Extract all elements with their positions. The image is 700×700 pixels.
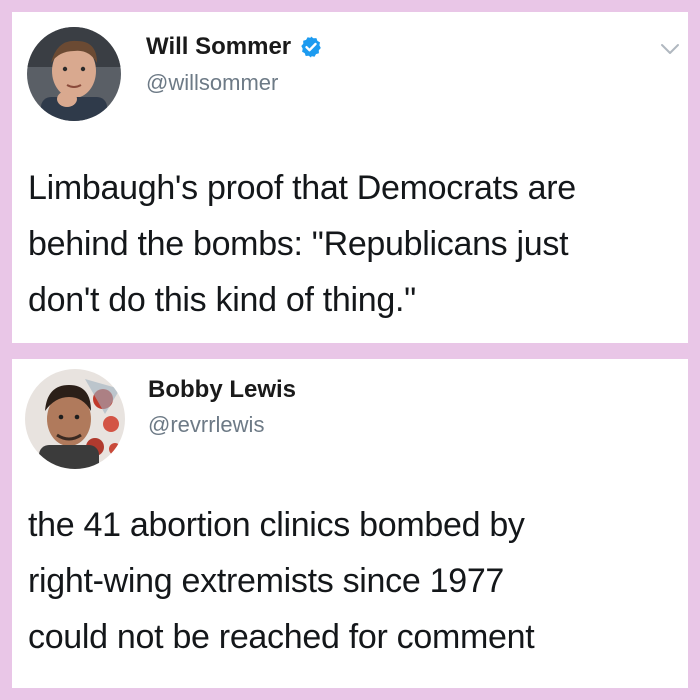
tweet-text: Limbaugh's proof that Democrats are behi… bbox=[28, 160, 674, 328]
tweet-card: Will Sommer @willsommer Limbaugh's proof… bbox=[12, 12, 688, 343]
tweet-text-line: right-wing extremists since 1977 bbox=[28, 562, 505, 600]
tweet-text-line: don't do this kind of thing." bbox=[28, 281, 416, 319]
handle[interactable]: @willsommer bbox=[146, 69, 278, 97]
display-name[interactable]: Will Sommer bbox=[146, 32, 291, 62]
display-name[interactable]: Bobby Lewis bbox=[148, 375, 296, 405]
tweet-card: Bobby Lewis @revrrlewis the 41 abortion … bbox=[12, 359, 688, 688]
tweet-text-line: behind the bombs: "Republicans just bbox=[28, 225, 569, 263]
tweet-text-line: could not be reached for comment bbox=[28, 618, 535, 656]
verified-icon bbox=[299, 35, 323, 59]
tweet-text: the 41 abortion clinics bombed by right-… bbox=[28, 497, 674, 665]
avatar[interactable] bbox=[27, 27, 121, 121]
handle[interactable]: @revrrlewis bbox=[148, 411, 264, 439]
name-row: Will Sommer bbox=[146, 32, 323, 62]
avatar[interactable] bbox=[25, 369, 125, 469]
tweet-text-line: the 41 abortion clinics bombed by bbox=[28, 506, 525, 544]
chevron-down-icon[interactable] bbox=[660, 42, 680, 56]
name-row: Bobby Lewis bbox=[148, 375, 296, 405]
tweet-text-line: Limbaugh's proof that Democrats are bbox=[28, 169, 576, 207]
